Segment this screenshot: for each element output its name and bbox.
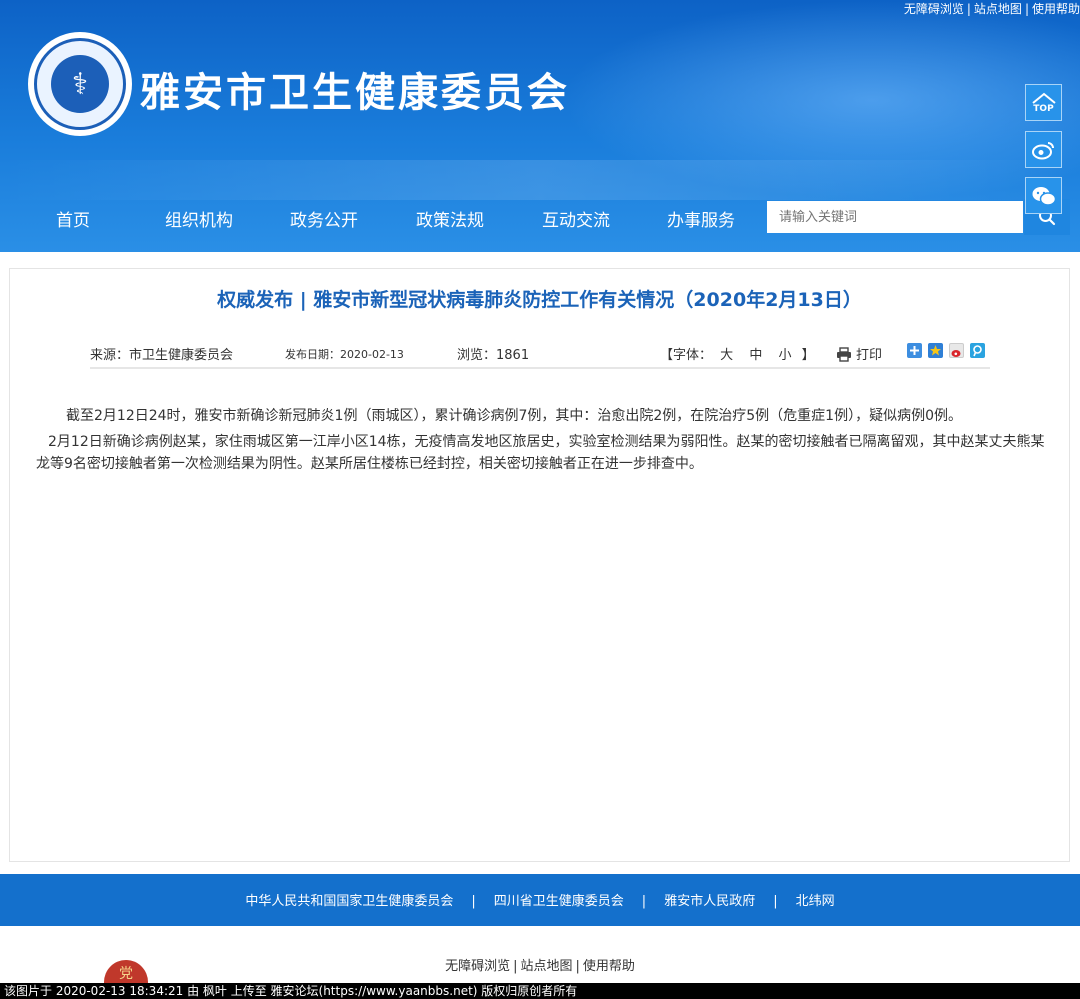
print-label: 打印 [856,348,883,363]
search-input[interactable] [767,201,1023,233]
font-size-control: 【字体： 大 中 小 】 [660,344,815,363]
font-medium-button[interactable]: 中 [749,348,762,363]
publish-date: 发布日期：2020-02-13 [285,348,404,361]
font-size-end: 】 [801,348,815,363]
footer-link-yaan-gov[interactable]: 雅安市人民政府 [664,894,755,909]
article-title: 权威发布 | 雅安市新型冠状病毒肺炎防控工作有关情况（2020年2月13日） [217,289,862,311]
upload-watermark: 该图片于 2020-02-13 18:34:21 由 枫叶 上传至 雅安论坛(h… [0,983,1080,999]
weibo-icon [1031,141,1054,159]
header-wave [0,160,1080,200]
footer-accessibility-link[interactable]: 无障碍浏览 [445,959,510,974]
footer-links-band: 中华人民共和国国家卫生健康委员会 | 四川省卫生健康委员会 | 雅安市人民政府 | 北纬网 [0,874,1080,926]
footer-links-sep: | [641,894,647,909]
nav-interaction[interactable]: 互动交流 [542,206,610,231]
footer-sitemap-link[interactable]: 站点地图 [520,959,572,974]
weibo-button[interactable] [1025,131,1062,168]
share-tencent-icon[interactable] [970,343,985,358]
help-link[interactable]: 使用帮助 [1032,2,1080,16]
share-weibo-icon[interactable] [949,343,964,358]
nav-gov-affairs[interactable]: 政务公开 [290,206,358,231]
top-label: TOP [1033,103,1054,114]
font-small-button[interactable]: 小 [778,348,791,363]
printer-icon [837,347,851,362]
share-more-icon[interactable] [907,343,922,358]
share-qzone-icon[interactable] [928,343,943,358]
wechat-icon [1032,186,1056,206]
print-button[interactable]: 打印 [836,344,882,363]
chevron-up-icon [1031,92,1056,104]
footer-links: 中华人民共和国国家卫生健康委员会 | 四川省卫生健康委员会 | 雅安市人民政府 | 北纬网 [0,890,1080,909]
footer-help-link[interactable]: 使用帮助 [583,959,635,974]
nav-home[interactable]: 首页 [56,206,90,231]
nav-organization[interactable]: 组织机构 [165,206,233,231]
article-paragraph: 截至2月12日24时，雅安市新确诊新冠肺炎1例（雨城区），累计确诊病例7例，其中… [66,408,962,424]
footer-link-nhc[interactable]: 中华人民共和国国家卫生健康委员会 [245,894,453,909]
meta-divider [90,367,990,369]
article-source: 来源：市卫生健康委员会 [90,348,234,363]
back-to-top-button[interactable]: TOP [1025,84,1062,121]
footer-link-sichuan-health[interactable]: 四川省卫生健康委员会 [494,894,624,909]
site-title: 雅安市卫生健康委员会 [140,69,570,116]
top-sep: | [1024,2,1029,16]
footer-links-sep: | [471,894,476,909]
view-count: 浏览：1861 [457,348,530,363]
footer-bottom-sep: | [513,959,518,974]
wechat-button[interactable] [1025,177,1062,214]
top-links: 无障碍浏览 | 站点地图 | 使用帮助 [904,0,1080,16]
site-logo[interactable]: ⚕ [28,32,132,136]
caduceus-icon: ⚕ [51,55,109,113]
footer-bottom-sep: | [575,959,580,974]
nav-policies[interactable]: 政策法规 [416,206,484,231]
font-large-button[interactable]: 大 [720,348,733,363]
footer-link-beiwei[interactable]: 北纬网 [796,894,835,909]
sitemap-link[interactable]: 站点地图 [974,2,1022,16]
accessibility-link[interactable]: 无障碍浏览 [904,2,964,16]
top-sep: | [966,2,971,16]
nav-services[interactable]: 办事服务 [667,206,735,231]
article-panel: 权威发布 | 雅安市新型冠状病毒肺炎防控工作有关情况（2020年2月13日） 来… [9,268,1070,862]
article-paragraph: 2月12日新确诊病例赵某，家住雨城区第一江岸小区14栋，无疫情高发地区旅居史，实… [36,434,1045,472]
footer-bottom-links: 无障碍浏览 | 站点地图 | 使用帮助 [0,955,1080,974]
logo-ring: ⚕ [34,38,126,130]
footer-links-sep: | [773,894,778,909]
font-size-label: 【字体： [660,348,713,363]
site-header: 无障碍浏览 | 站点地图 | 使用帮助 ⚕ 雅安市卫生健康委员会 首页 组织机构 政务公… [0,0,1080,252]
